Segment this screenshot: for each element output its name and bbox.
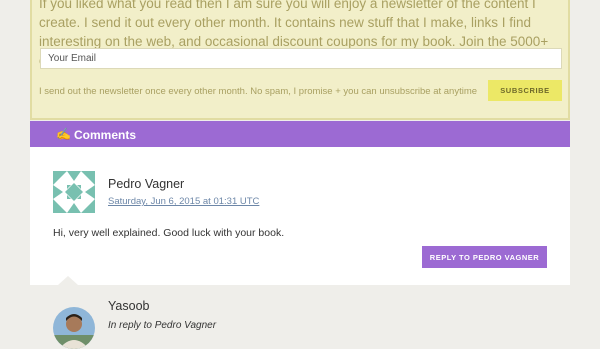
newsletter-box: If you liked what you read then I am sur… [30, 0, 570, 120]
in-reply-to-text: In reply to Pedro Vagner [108, 320, 217, 331]
reply-notch [58, 276, 78, 285]
newsletter-note: I send out the newsletter once every oth… [39, 86, 478, 97]
writing-hand-icon: ✍ [56, 127, 71, 141]
comment-reply-item: Yasoob In reply to Pedro Vagner [30, 285, 570, 349]
subscribe-button[interactable]: SUBSCRIBE [488, 80, 562, 101]
avatar [53, 171, 95, 213]
comments-header: ✍ Comments [30, 121, 570, 147]
comment-item: Pedro Vagner Saturday, Jun 6, 2015 at 01… [30, 147, 570, 285]
reply-button[interactable]: REPLY TO PEDRO VAGNER [422, 246, 547, 268]
comment-author: Yasoob [108, 299, 150, 313]
comments-title: Comments [74, 128, 137, 142]
comment-date-link[interactable]: Saturday, Jun 6, 2015 at 01:31 UTC [108, 196, 259, 207]
avatar [53, 307, 95, 349]
comment-author: Pedro Vagner [108, 177, 185, 191]
email-input[interactable] [40, 48, 562, 69]
comment-text: Hi, very well explained. Good luck with … [53, 227, 285, 239]
